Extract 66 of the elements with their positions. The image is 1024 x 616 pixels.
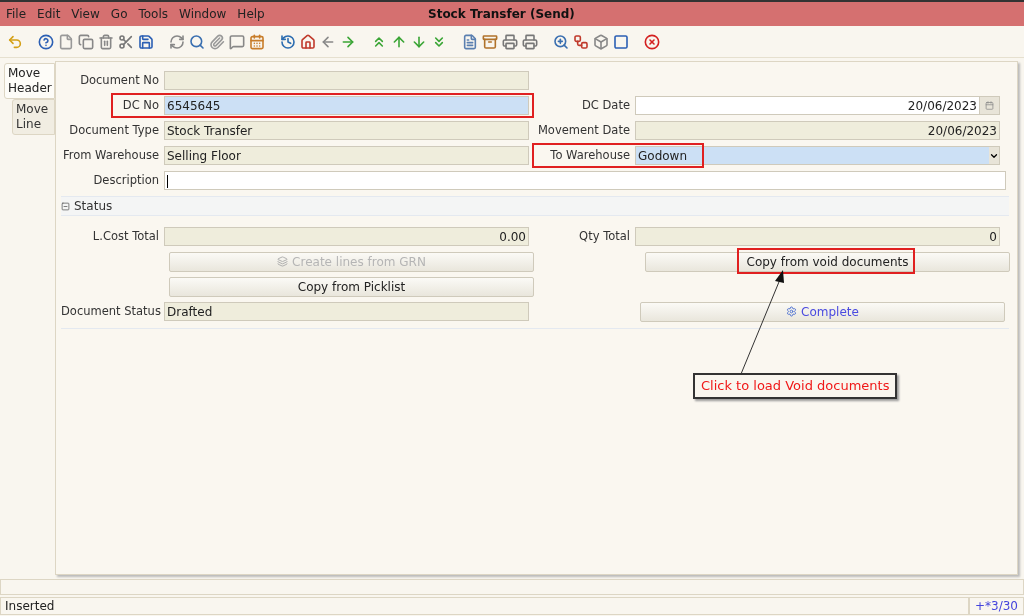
input-field[interactable]: 6545645 xyxy=(164,96,529,115)
cube-icon[interactable] xyxy=(592,33,609,50)
action-button[interactable]: Copy from Picklist xyxy=(169,276,534,297)
side-tab[interactable]: Move Header xyxy=(4,63,55,99)
calendar-icon[interactable] xyxy=(248,33,265,50)
search-icon[interactable] xyxy=(188,33,205,50)
field-label: From Warehouse xyxy=(61,146,160,164)
field-label: Document Type xyxy=(68,121,160,139)
menu-item[interactable]: Edit xyxy=(37,5,61,23)
field-label: L.Cost Total xyxy=(91,227,160,245)
status-message: Inserted xyxy=(0,597,969,615)
field-label: To Warehouse xyxy=(549,146,631,164)
field-label: DC No xyxy=(121,96,160,114)
menu-item[interactable]: Go xyxy=(110,5,128,23)
new-document-icon[interactable] xyxy=(57,33,74,50)
archive-icon[interactable] xyxy=(481,33,498,50)
attachment-icon[interactable] xyxy=(208,33,225,50)
field-label: DC Date xyxy=(580,96,631,114)
menu-item[interactable]: File xyxy=(6,5,27,23)
close-icon[interactable] xyxy=(643,33,660,50)
menu-item[interactable]: Tools xyxy=(138,5,169,23)
undo-icon[interactable] xyxy=(6,33,23,50)
input-field: 0 xyxy=(635,227,1000,246)
copy-icon[interactable] xyxy=(77,33,94,50)
help-icon[interactable] xyxy=(37,33,54,50)
square-icon[interactable] xyxy=(612,33,629,50)
input-field: Stock Transfer xyxy=(164,121,529,140)
input-field: 0.00 xyxy=(164,227,529,246)
input-field[interactable]: 20/06/2023 xyxy=(635,96,1000,115)
gear-icon xyxy=(786,306,798,317)
section-title: Status xyxy=(74,198,113,215)
chat-icon[interactable] xyxy=(228,33,245,50)
field-label: Document No xyxy=(79,71,160,89)
input-field: 20/06/2023 xyxy=(635,121,1000,140)
window-title: Stock Transfer (Send) xyxy=(428,6,575,23)
delete-icon[interactable] xyxy=(97,33,114,50)
action-button[interactable]: Complete xyxy=(640,301,1005,322)
callout-label: Click to load Void documents xyxy=(693,373,898,399)
print-icon[interactable] xyxy=(521,33,538,50)
menu-item[interactable]: View xyxy=(71,5,100,23)
field-label: Movement Date xyxy=(536,121,631,139)
input-field: Drafted xyxy=(164,302,529,321)
input-field[interactable] xyxy=(164,171,1006,190)
workflow-icon[interactable] xyxy=(572,33,589,50)
collapse-icon xyxy=(61,201,70,211)
section-header[interactable]: Status xyxy=(61,196,1009,216)
calendar-icon[interactable] xyxy=(979,97,999,114)
action-button[interactable]: Copy from void documents xyxy=(645,251,1010,272)
dropdown-field[interactable]: Godown xyxy=(635,146,1000,165)
save-icon[interactable] xyxy=(137,33,154,50)
history-icon[interactable] xyxy=(279,33,296,50)
scissors-icon[interactable] xyxy=(117,33,134,50)
home-icon[interactable] xyxy=(299,33,316,50)
record-indicator[interactable]: +*3/30 xyxy=(969,597,1024,615)
zoom-icon[interactable] xyxy=(552,33,569,50)
report-icon[interactable] xyxy=(461,33,478,50)
layers-icon xyxy=(277,256,289,267)
menu-item[interactable]: Help xyxy=(237,5,265,23)
refresh-icon[interactable] xyxy=(168,33,185,50)
menu-item[interactable]: Window xyxy=(179,5,227,23)
input-field: Selling Floor xyxy=(164,146,529,165)
side-tab[interactable]: Move Line xyxy=(12,99,55,135)
field-label: Qty Total xyxy=(578,227,631,245)
print-preview-icon[interactable] xyxy=(501,33,518,50)
field-label: Description xyxy=(92,171,160,189)
field-label: Document Status xyxy=(61,302,162,320)
